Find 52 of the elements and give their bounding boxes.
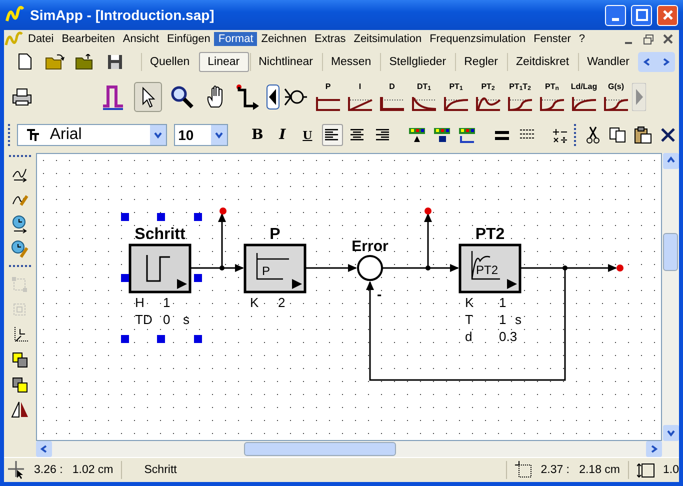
palette-tab[interactable]: Regler (455, 52, 506, 70)
block-palette-item[interactable]: Ld/Lag (568, 82, 600, 112)
menu-item[interactable]: Zeitsimulation (350, 32, 426, 46)
menu-item[interactable]: ? (574, 32, 589, 46)
block-parameter: T 1 s (465, 312, 522, 327)
block-title: Schritt (134, 226, 186, 243)
text-style-button[interactable]: I (272, 124, 293, 146)
palette-tab[interactable]: Nichtlinear (250, 52, 321, 70)
block-palette-item[interactable]: PT$_{n}$ (536, 82, 568, 112)
palette-tab[interactable]: Messen (322, 52, 380, 70)
block-parameter: d 0.3 (465, 329, 518, 344)
block-parameter: H 1 (135, 295, 170, 310)
menu-item[interactable]: Einfügen (162, 32, 214, 46)
block-icon-label: PT2 (476, 263, 498, 277)
block-palette-item[interactable]: P (312, 82, 344, 112)
block-palette-item[interactable]: DT$_{1}$ (408, 82, 440, 112)
cursor-position: 3.26 : 1.02 cm (34, 464, 114, 476)
block-palette-item[interactable]: PT$_{2}$ (472, 82, 504, 112)
block-icon-label: P (262, 264, 270, 278)
selection-size: 2.37 : 2.18 cm (540, 464, 620, 476)
menu-item[interactable]: Extras (310, 32, 350, 46)
block-title: P (270, 226, 280, 243)
block-palette-item[interactable]: I (344, 82, 376, 112)
palette-tab[interactable]: Stellglieder (380, 52, 454, 70)
menu-item[interactable]: Zeichnen (257, 32, 311, 46)
menu-item[interactable]: Frequenzsimulation (426, 32, 530, 46)
menu-item[interactable]: Bearbeiten (58, 32, 119, 46)
page-size: 1.0 (663, 464, 679, 476)
sign-label: - (377, 286, 382, 302)
menu-item[interactable]: Ansicht (118, 32, 163, 46)
text-style-button[interactable]: U (296, 124, 318, 146)
font-size-select[interactable]: 10 (174, 124, 228, 146)
palette-tab[interactable]: Wandler (578, 52, 638, 70)
window-title: SimApp - [Introduction.sap] (30, 7, 214, 23)
block-palette-item[interactable]: PT$_{1}$ (440, 82, 472, 112)
font-select[interactable]: Arial (16, 124, 168, 146)
selected-object: Schritt (144, 464, 177, 476)
menu-item[interactable]: Format (214, 32, 258, 46)
palette-tab[interactable]: Linear (198, 52, 249, 72)
block-palette-item[interactable]: G(s) (600, 82, 632, 112)
block-parameter: TD 0 s (135, 312, 190, 327)
block-palette-item[interactable]: PT$_{1}$T$_{2}$ (504, 82, 536, 112)
block-palette-item[interactable]: D (376, 82, 408, 112)
block-parameter: K 2 (250, 295, 286, 310)
block-parameter: K 1 (465, 295, 506, 310)
palette-tab[interactable]: Quellen (141, 52, 198, 70)
block-title: PT2 (475, 226, 505, 243)
menu-item[interactable]: Datei (24, 32, 58, 46)
sum-title: Error (352, 238, 388, 255)
text-style-button[interactable]: B (246, 124, 268, 146)
menu-item[interactable]: Fenster (530, 32, 575, 46)
palette-tab[interactable]: Zeitdiskret (507, 52, 578, 70)
